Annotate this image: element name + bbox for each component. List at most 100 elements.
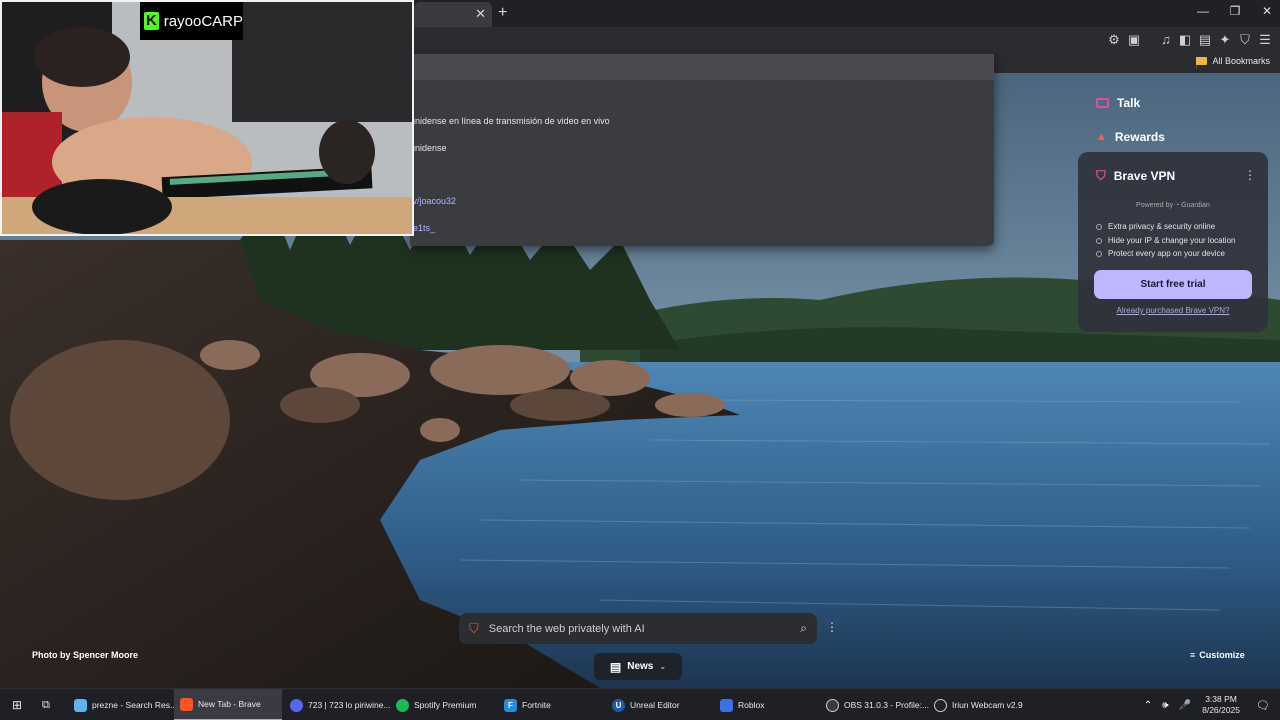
- iriun-webcam-icon: [934, 698, 947, 712]
- unreal-icon: U: [612, 698, 625, 712]
- taskbar-item[interactable]: prezne - Search Res...: [68, 689, 177, 720]
- search-input[interactable]: [488, 622, 801, 635]
- taskbar-item-label: 723 | 723 lo piriwine...: [308, 700, 391, 710]
- vpn-feature: Protect every app on your device: [1096, 249, 1225, 258]
- close-tab-icon[interactable]: ✕: [475, 6, 486, 22]
- windows-taskbar: ⊞ ⧉ prezne - Search Res... New Tab - Bra…: [0, 688, 1280, 720]
- taskbar-item[interactable]: 723 | 723 lo piriwine...: [284, 689, 391, 720]
- taskbar-item-label: OBS 31.0.3 - Profile:...: [844, 700, 930, 710]
- rewards-widget[interactable]: ▲ Rewards: [1096, 130, 1165, 144]
- check-icon: [1096, 223, 1102, 230]
- wallet-icon[interactable]: ▤: [1197, 32, 1213, 48]
- search-icon[interactable]: ⌕: [800, 621, 807, 636]
- brave-widgets-panel: Talk ▲ Rewards ⛉ Brave VPN ⋮ Powered by …: [1078, 86, 1268, 332]
- check-icon: [1096, 237, 1102, 244]
- news-button[interactable]: ▤ News ⌄: [594, 653, 682, 680]
- taskbar-item-label: Unreal Editor: [630, 700, 680, 710]
- vpn-feature: Extra privacy & security online: [1096, 222, 1215, 231]
- vpn-powered-by: Powered by ◔ Guardian: [1078, 202, 1268, 209]
- tray-overflow-icon[interactable]: ⌃: [1139, 700, 1157, 711]
- spotify-icon: [396, 698, 409, 712]
- brave-lion-icon: ⛉: [469, 620, 479, 636]
- talk-icon: [1096, 98, 1109, 108]
- taskbar-item[interactable]: U Unreal Editor: [606, 689, 710, 720]
- powered-by-label: Powered by: [1136, 202, 1174, 209]
- vpn-feature-label: Protect every app on your device: [1108, 249, 1225, 258]
- task-view-button[interactable]: ⧉: [36, 689, 56, 720]
- rewards-icon: ▲: [1096, 131, 1107, 143]
- webcam-overlay: K rayooCARP: [0, 0, 414, 236]
- search-box: ⛉ ⌕: [459, 613, 817, 644]
- vpn-feature-label: Extra privacy & security online: [1108, 222, 1216, 231]
- taskbar-item[interactable]: F Fortnite: [498, 689, 602, 720]
- all-bookmarks-button[interactable]: All Bookmarks: [1196, 56, 1270, 66]
- leo-ai-icon[interactable]: ✦: [1217, 32, 1233, 48]
- rewards-label: Rewards: [1114, 130, 1165, 144]
- menu-icon[interactable]: ☰: [1257, 32, 1273, 48]
- brave-icon: [180, 697, 193, 711]
- talk-label: Talk: [1117, 96, 1141, 110]
- minimize-icon[interactable]: —: [1188, 4, 1218, 18]
- taskbar-item[interactable]: OBS 31.0.3 - Profile:...: [820, 689, 930, 720]
- guardian-logo-icon: ◔: [1174, 202, 1180, 209]
- suggestion-row[interactable]: tv/joacou32: [410, 196, 456, 206]
- browser-tab[interactable]: ✕: [414, 2, 492, 27]
- obs-icon: [826, 698, 839, 712]
- clock-time: 3:38 PM: [1205, 694, 1237, 704]
- start-button[interactable]: ⊞: [6, 689, 28, 720]
- suggestion-row[interactable]: unidense: [410, 143, 447, 153]
- photo-credit: Photo by Spencer Moore: [32, 650, 139, 660]
- check-icon: [1096, 250, 1102, 257]
- volume-icon[interactable]: 🕪: [1157, 700, 1173, 711]
- streamer-label: K rayooCARP: [140, 2, 243, 40]
- extensions-icon[interactable]: ⚙: [1106, 32, 1122, 48]
- streamer-name: rayooCARP: [163, 12, 243, 30]
- customize-label: Customize: [1199, 650, 1245, 660]
- taskbar-item-label: Spotify Premium: [414, 700, 477, 710]
- vpn-more-icon[interactable]: ⋮: [1244, 168, 1256, 182]
- news-icon: ▤: [609, 659, 622, 674]
- taskbar-item[interactable]: New Tab - Brave: [174, 689, 282, 720]
- new-tab-button[interactable]: +: [498, 4, 507, 22]
- sidebar-icon[interactable]: ◧: [1177, 32, 1193, 48]
- restore-icon[interactable]: ❐: [1220, 4, 1250, 18]
- search-options-icon[interactable]: ⋮: [826, 620, 838, 634]
- chevron-down-icon: ⌄: [659, 662, 667, 671]
- news-label: News: [627, 661, 654, 672]
- media-icon[interactable]: ♫: [1158, 32, 1174, 48]
- taskbar-item[interactable]: Roblox: [714, 689, 818, 720]
- all-bookmarks-label: All Bookmarks: [1212, 56, 1270, 66]
- clock-date: 8/26/2025: [1202, 705, 1240, 715]
- microphone-icon[interactable]: 🎤: [1174, 700, 1196, 711]
- clock[interactable]: 3:38 PM 8/26/2025: [1196, 694, 1246, 716]
- taskbar-item-label: New Tab - Brave: [198, 699, 261, 709]
- discord-icon: [290, 698, 303, 712]
- close-window-icon[interactable]: ✕: [1252, 4, 1280, 18]
- taskbar-item[interactable]: Iriun Webcam v2.9: [928, 689, 1032, 720]
- notifications-icon[interactable]: 🗨: [1246, 699, 1280, 712]
- taskbar-item-label: Iriun Webcam v2.9: [952, 700, 1023, 710]
- vpn-card: ⛉ Brave VPN ⋮ Powered by ◔ Guardian Extr…: [1078, 152, 1268, 332]
- vpn-feature-label: Hide your IP & change your location: [1108, 236, 1236, 245]
- partner-name: Guardian: [1181, 202, 1210, 209]
- talk-widget[interactable]: Talk: [1096, 96, 1140, 110]
- address-suggestions-dropdown: unidense en línea de transmisión de vide…: [410, 54, 994, 246]
- vpn-title-label: Brave VPN: [1113, 169, 1176, 183]
- address-bar-input[interactable]: [410, 54, 994, 80]
- vpn-feature: Hide your IP & change your location: [1096, 236, 1235, 245]
- suggestion-row[interactable]: unidense en línea de transmisión de vide…: [410, 116, 610, 126]
- vpn-title: ⛉ Brave VPN: [1096, 168, 1175, 184]
- taskbar-item-label: Fortnite: [522, 700, 551, 710]
- customize-icon: ≡: [1190, 650, 1196, 660]
- start-free-trial-button[interactable]: Start free trial: [1094, 270, 1252, 299]
- taskbar-item-label: Roblox: [738, 700, 765, 710]
- fortnite-icon: F: [504, 698, 517, 712]
- taskbar-item-label: prezne - Search Res...: [92, 700, 178, 710]
- vpn-shield-icon[interactable]: ⛉: [1237, 32, 1253, 48]
- windows-logo-icon: ⊞: [12, 698, 23, 712]
- taskbar-item[interactable]: Spotify Premium: [390, 689, 494, 720]
- app-icon: [74, 698, 87, 712]
- already-purchased-link[interactable]: Already purchased Brave VPN?: [1078, 306, 1268, 315]
- customize-button[interactable]: ≡ Customize: [1190, 650, 1245, 660]
- screenshot-icon[interactable]: ▣: [1126, 32, 1142, 48]
